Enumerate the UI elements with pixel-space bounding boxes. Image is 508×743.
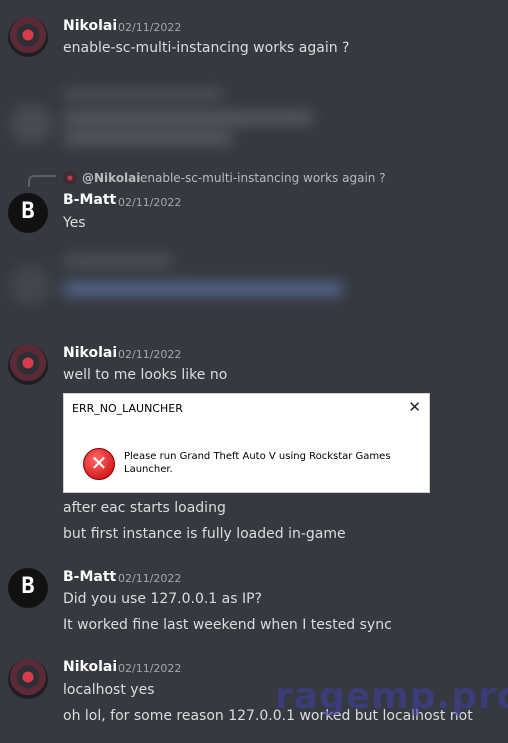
avatar-nikolai[interactable] — [8, 345, 48, 385]
reply-avatar — [63, 171, 77, 185]
message-text: enable-sc-multi-instancing works again ? — [63, 40, 350, 56]
error-icon-glyph: ✕ — [90, 451, 108, 475]
timestamp: 02/11/2022 — [118, 196, 182, 209]
message-text: It worked fine last weekend when I teste… — [63, 617, 392, 633]
timestamp: 02/11/2022 — [118, 662, 182, 675]
avatar-bmatt[interactable]: B — [8, 193, 48, 233]
username[interactable]: B-Matt — [63, 569, 116, 585]
reply-mention[interactable]: @Nikolai — [82, 171, 140, 185]
reply-preview-text[interactable]: enable-sc-multi-instancing works again ? — [140, 171, 386, 185]
avatar-nikolai[interactable] — [8, 17, 48, 57]
dialog-title: ERR_NO_LAUNCHER — [72, 402, 183, 415]
username[interactable]: Nikolai — [63, 659, 117, 675]
blurred-message — [0, 245, 508, 320]
message-text: Did you use 127.0.0.1 as IP? — [63, 591, 262, 607]
blurred-message — [0, 82, 508, 154]
dialog-message: Please run Grand Theft Auto V using Rock… — [124, 451, 391, 475]
reply-connector — [28, 175, 56, 187]
avatar-nikolai[interactable] — [8, 659, 48, 699]
watermark: ragemp.pro — [275, 676, 508, 717]
username[interactable]: Nikolai — [63, 345, 117, 361]
error-dialog-screenshot[interactable]: ERR_NO_LAUNCHER ✕ ✕ Please run Grand The… — [63, 393, 430, 493]
close-icon: ✕ — [408, 398, 421, 416]
avatar-bmatt[interactable]: B — [8, 568, 48, 608]
message-text: after eac starts loading — [63, 500, 226, 516]
timestamp: 02/11/2022 — [118, 21, 182, 34]
username[interactable]: B-Matt — [63, 192, 116, 208]
timestamp: 02/11/2022 — [118, 572, 182, 585]
timestamp: 02/11/2022 — [118, 348, 182, 361]
avatar-glyph: B — [21, 574, 35, 599]
message-text: localhost yes — [63, 682, 155, 698]
message-text: Yes — [63, 215, 86, 231]
message-text: but first instance is fully loaded in-ga… — [63, 526, 346, 542]
username[interactable]: Nikolai — [63, 18, 117, 34]
message-text: well to me looks like no — [63, 367, 228, 383]
error-icon: ✕ — [83, 448, 115, 480]
avatar-glyph: B — [21, 199, 35, 224]
